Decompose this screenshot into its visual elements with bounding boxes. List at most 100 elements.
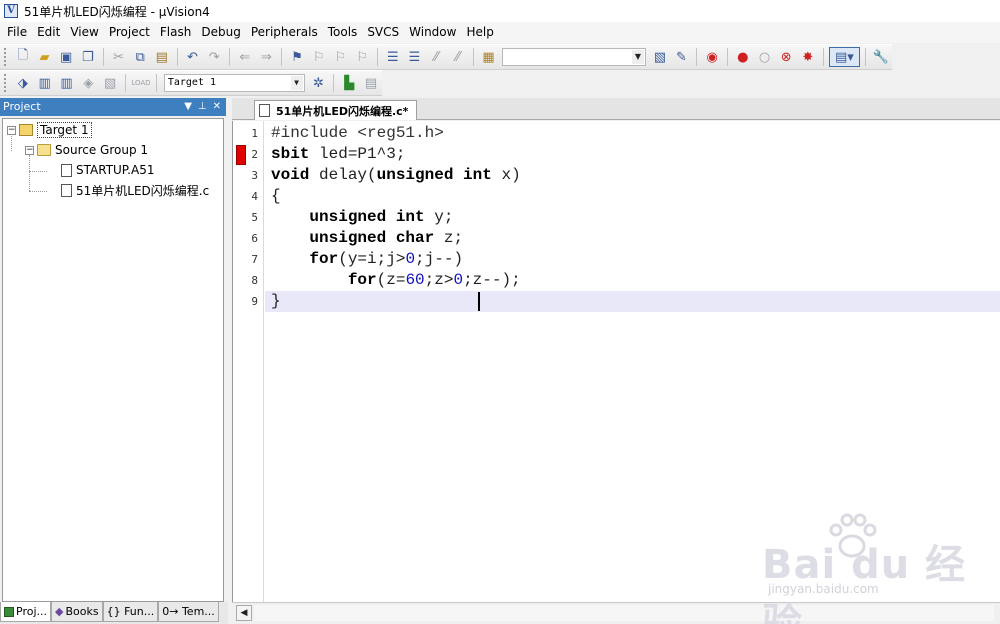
file-extensions-icon[interactable]: ▙ bbox=[339, 73, 359, 93]
copy-icon[interactable]: ⧉ bbox=[130, 47, 150, 67]
manage-multi-project-icon[interactable]: ▤ bbox=[361, 73, 381, 93]
menu-view[interactable]: View bbox=[65, 22, 103, 43]
line-number: 9 bbox=[251, 295, 258, 308]
build-icon[interactable]: ▥ bbox=[35, 73, 55, 93]
build-toolbar: ⬗ ▥ ▥ ◈ ▧ LOAD Target 1 ▼ ✲ ▙ ▤ bbox=[0, 70, 382, 96]
breakpoint-marker-icon[interactable] bbox=[236, 145, 246, 165]
chevron-down-icon[interactable]: ▼ bbox=[290, 76, 303, 90]
line-number-gutter[interactable]: 1 2 3 4 5 6 7 8 9 bbox=[233, 121, 264, 602]
kill-breakpoints-icon[interactable]: ✸ bbox=[798, 47, 818, 67]
scroll-left-icon[interactable]: ◀ bbox=[236, 605, 252, 621]
open-folder-icon[interactable]: ▰ bbox=[35, 47, 55, 67]
project-pane-title: Project bbox=[3, 100, 41, 113]
nav-forward-icon[interactable]: ⇒ bbox=[257, 47, 277, 67]
undo-icon[interactable]: ↶ bbox=[183, 47, 203, 67]
redo-icon[interactable]: ↷ bbox=[204, 47, 224, 67]
find-icon[interactable]: ✎ bbox=[672, 47, 692, 67]
close-icon[interactable]: ✕ bbox=[213, 98, 221, 116]
nav-back-icon[interactable]: ⇐ bbox=[235, 47, 255, 67]
menu-bar: File Edit View Project Flash Debug Perip… bbox=[0, 22, 1000, 43]
tree-file-startup[interactable]: STARTUP.A51 bbox=[61, 161, 154, 179]
target-select[interactable]: Target 1 ▼ bbox=[163, 74, 305, 92]
menu-peripherals[interactable]: Peripherals bbox=[246, 22, 323, 43]
save-icon[interactable]: ▣ bbox=[56, 47, 76, 67]
line-number: 5 bbox=[251, 211, 258, 224]
collapse-icon[interactable]: − bbox=[7, 125, 16, 135]
menu-svcs[interactable]: SVCS bbox=[362, 22, 404, 43]
toolbar-separator bbox=[333, 74, 335, 92]
find-in-files-icon[interactable]: ▦ bbox=[479, 47, 499, 67]
toolbar-grip[interactable] bbox=[4, 74, 8, 92]
target-select-value: Target 1 bbox=[167, 77, 216, 88]
project-tree: − Target 1 − Source Group 1 STARTUP.A51 … bbox=[2, 118, 224, 602]
stop-build-icon[interactable]: ▧ bbox=[100, 73, 120, 93]
code-line[interactable]: unsigned char z; bbox=[271, 228, 463, 249]
uvision-app-icon: V bbox=[4, 4, 18, 18]
disable-breakpoints-icon[interactable]: ⊗ bbox=[776, 47, 796, 67]
configure-wrench-icon[interactable]: 🔧 bbox=[871, 47, 891, 67]
watermark-url: jingyan.baidu.com bbox=[768, 582, 879, 596]
window-layout-button[interactable]: ▤▾ bbox=[828, 47, 861, 67]
toolbar-grip[interactable] bbox=[4, 48, 8, 66]
tree-source-group[interactable]: − Source Group 1 bbox=[25, 141, 148, 159]
tab-project[interactable]: Proj... bbox=[0, 602, 51, 622]
new-file-icon[interactable]: 🗋 bbox=[13, 47, 33, 67]
code-line[interactable]: { bbox=[271, 186, 281, 207]
load-icon[interactable]: LOAD bbox=[131, 73, 151, 93]
uncomment-icon[interactable]: ⁄⁄ bbox=[448, 47, 468, 67]
find-combo[interactable]: ▼ bbox=[502, 48, 646, 66]
toolbar-separator bbox=[696, 48, 698, 66]
code-line[interactable]: } bbox=[271, 291, 281, 312]
tree-target[interactable]: − Target 1 bbox=[7, 121, 92, 139]
menu-edit[interactable]: Edit bbox=[32, 22, 65, 43]
bookmark-next-icon[interactable]: ⚐ bbox=[331, 47, 351, 67]
project-pane-header: Project ▼ ⊥ ✕ bbox=[0, 98, 226, 116]
line-number: 4 bbox=[251, 190, 258, 203]
bookmark-toggle-icon[interactable]: ⚑ bbox=[287, 47, 307, 67]
save-all-icon[interactable]: ❐ bbox=[78, 47, 98, 67]
books-icon: ◆ bbox=[55, 605, 64, 618]
code-line[interactable]: unsigned int y; bbox=[271, 207, 453, 228]
batch-build-icon[interactable]: ◈ bbox=[78, 73, 98, 93]
bookmark-prev-icon[interactable]: ⚐ bbox=[309, 47, 329, 67]
collapse-icon[interactable]: − bbox=[25, 145, 34, 155]
project-pane-tabs: Proj... ◆ Books {} Fun... 0→ Tem... bbox=[0, 602, 228, 624]
code-line[interactable]: void delay(unsigned int x) bbox=[271, 165, 521, 186]
line-number: 6 bbox=[251, 232, 258, 245]
editor-file-tab[interactable]: 51单片机LED闪烁编程.c* bbox=[254, 100, 418, 120]
rebuild-icon[interactable]: ▥ bbox=[57, 73, 77, 93]
code-line[interactable]: sbit led=P1^3; bbox=[271, 144, 405, 165]
menu-file[interactable]: File bbox=[2, 22, 32, 43]
menu-tools[interactable]: Tools bbox=[323, 22, 363, 43]
toolbar-separator bbox=[125, 74, 127, 92]
menu-window[interactable]: Window bbox=[404, 22, 461, 43]
tree-file-main-c[interactable]: 51单片机LED闪烁编程.c bbox=[61, 181, 209, 199]
enable-breakpoint-icon[interactable]: ○ bbox=[755, 47, 775, 67]
translate-icon[interactable]: ⬗ bbox=[13, 73, 33, 93]
tab-functions[interactable]: {} Fun... bbox=[102, 602, 159, 622]
file-icon bbox=[61, 183, 72, 197]
insert-breakpoint-icon[interactable]: ● bbox=[733, 47, 753, 67]
code-line[interactable]: for(y=i;j>0;j--) bbox=[271, 249, 463, 270]
target-options-icon[interactable]: ✲ bbox=[309, 73, 329, 93]
debug-session-icon[interactable]: ◉ bbox=[702, 47, 722, 67]
tab-templates[interactable]: 0→ Tem... bbox=[158, 602, 219, 622]
pane-menu-chevron-icon[interactable]: ▼ bbox=[184, 98, 192, 116]
menu-project[interactable]: Project bbox=[104, 22, 155, 43]
chevron-down-icon[interactable]: ▼ bbox=[632, 50, 644, 64]
code-line[interactable]: for(z=60;z>0;z--); bbox=[271, 270, 521, 291]
tree-file-label: 51单片机LED闪烁编程.c bbox=[76, 183, 210, 198]
indent-icon[interactable]: ☰ bbox=[383, 47, 403, 67]
cut-icon[interactable]: ✂ bbox=[109, 47, 129, 67]
pin-icon[interactable]: ⊥ bbox=[198, 98, 207, 116]
tab-books[interactable]: ◆ Books bbox=[51, 602, 103, 622]
menu-debug[interactable]: Debug bbox=[196, 22, 245, 43]
incremental-find-icon[interactable]: ▧ bbox=[650, 47, 670, 67]
menu-help[interactable]: Help bbox=[461, 22, 498, 43]
paste-icon[interactable]: ▤ bbox=[152, 47, 172, 67]
comment-icon[interactable]: ⁄⁄ bbox=[426, 47, 446, 67]
code-line[interactable]: #include <reg51.h> bbox=[271, 123, 444, 144]
unindent-icon[interactable]: ☰ bbox=[405, 47, 425, 67]
bookmark-clear-icon[interactable]: ⚐ bbox=[352, 47, 372, 67]
menu-flash[interactable]: Flash bbox=[155, 22, 196, 43]
